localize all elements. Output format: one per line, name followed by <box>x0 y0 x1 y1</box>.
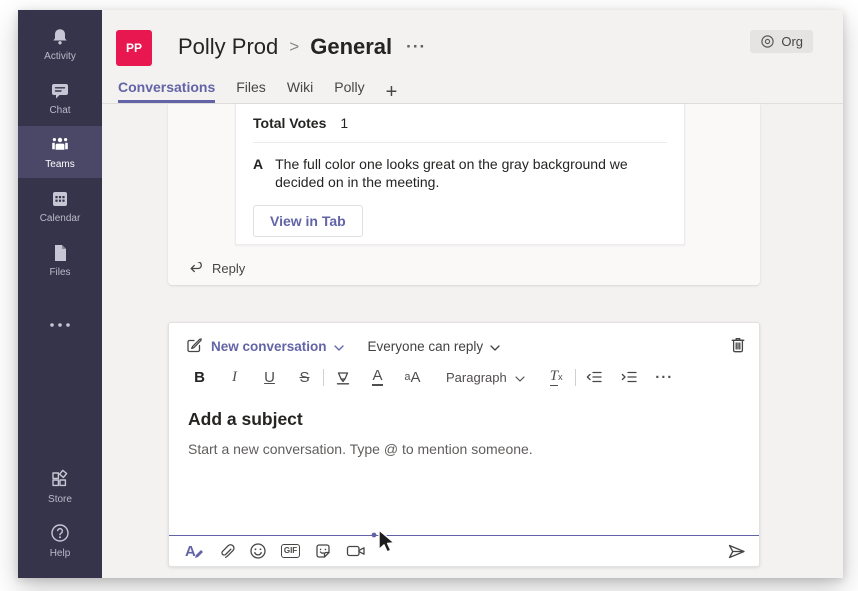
font-color-button[interactable]: A <box>360 368 395 386</box>
strikethrough-button[interactable]: S <box>287 366 322 388</box>
reply-label: Reply <box>212 261 245 276</box>
sidebar-spacer <box>18 338 102 460</box>
view-in-tab-button[interactable]: View in Tab <box>253 205 363 237</box>
total-votes-row: Total Votes 1 <box>253 115 667 131</box>
sidebar-item-files[interactable]: Files <box>18 234 102 286</box>
paragraph-dropdown[interactable]: Paragraph <box>430 366 539 388</box>
tab-polly[interactable]: Polly <box>334 79 364 103</box>
tab-conversations[interactable]: Conversations <box>118 79 215 103</box>
sidebar-item-label: Activity <box>44 51 76 62</box>
org-badge-label: Org <box>781 34 803 49</box>
answer-row: A The full color one looks great on the … <box>253 155 667 192</box>
format-toolbar: B I U S A aA <box>169 360 759 394</box>
italic-button[interactable]: I <box>217 366 252 388</box>
underline-button[interactable]: U <box>252 366 287 388</box>
indent-button[interactable] <box>612 366 647 388</box>
poll-message-card: Total Votes 1 A The full color one looks… <box>235 104 685 245</box>
channel-tabbar: Conversations Files Wiki Polly + <box>102 72 843 104</box>
answer-letter: A <box>253 155 263 192</box>
sidebar-more-button[interactable] <box>18 312 102 338</box>
reply-permission-label: Everyone can reply <box>368 339 484 354</box>
sidebar-item-label: Help <box>50 548 71 559</box>
files-icon <box>51 243 69 263</box>
meet-now-icon[interactable] <box>346 543 366 559</box>
compose-box: New conversation Everyone can reply <box>168 322 760 567</box>
sidebar-item-label: Store <box>48 494 72 505</box>
emoji-icon[interactable] <box>249 542 267 560</box>
compose-header: New conversation Everyone can reply <box>169 323 759 360</box>
sidebar-item-label: Calendar <box>40 213 81 224</box>
add-tab-button[interactable]: + <box>386 85 398 103</box>
eye-icon <box>760 34 775 49</box>
channel-title: Polly Prod > General ··· <box>178 34 426 60</box>
compose-icon <box>186 337 202 356</box>
toolbar-divider <box>323 369 324 386</box>
new-conversation-label: New conversation <box>211 339 327 354</box>
thread-card: Total Votes 1 A The full color one looks… <box>168 104 760 285</box>
total-votes-value: 1 <box>340 115 348 131</box>
chevron-down-icon <box>334 339 344 354</box>
tab-wiki[interactable]: Wiki <box>287 79 313 103</box>
reply-arrow-icon <box>187 262 203 275</box>
sidebar-item-activity[interactable]: Activity <box>18 18 102 70</box>
sidebar-item-label: Chat <box>49 105 70 116</box>
sidebar-item-calendar[interactable]: Calendar <box>18 180 102 232</box>
card-divider <box>253 142 667 143</box>
teams-window: Activity Chat Teams Calendar <box>18 10 843 578</box>
team-avatar[interactable]: PP <box>116 30 152 66</box>
org-badge[interactable]: Org <box>750 30 813 53</box>
send-icon[interactable] <box>727 543 746 560</box>
app-sidebar: Activity Chat Teams Calendar <box>18 10 102 578</box>
compose-footer: A GIF <box>169 535 759 566</box>
channel-name: General <box>310 34 392 60</box>
calendar-icon <box>50 189 70 209</box>
paragraph-label: Paragraph <box>446 370 507 385</box>
ellipsis-icon <box>49 322 71 328</box>
channel-header: PP Polly Prod > General ··· Org <box>102 10 843 72</box>
channel-main: PP Polly Prod > General ··· Org Conversa… <box>102 10 843 578</box>
store-icon <box>49 468 71 490</box>
bell-icon <box>50 27 70 47</box>
new-conversation-dropdown[interactable]: New conversation <box>211 339 344 354</box>
help-icon <box>49 522 71 544</box>
tab-files[interactable]: Files <box>236 79 266 103</box>
compose-empty-area[interactable] <box>169 466 759 535</box>
outdent-button[interactable] <box>577 366 612 388</box>
sidebar-item-label: Teams <box>45 159 74 170</box>
reply-button[interactable]: Reply <box>168 252 245 285</box>
chevron-down-icon <box>490 339 500 354</box>
chevron-down-icon <box>515 370 525 385</box>
sidebar-item-store[interactable]: Store <box>18 460 102 512</box>
sidebar-item-chat[interactable]: Chat <box>18 72 102 124</box>
sticker-icon[interactable] <box>314 542 332 560</box>
message-input[interactable]: Start a new conversation. Type @ to ment… <box>169 432 759 466</box>
conversation-pane: Total Votes 1 A The full color one looks… <box>102 104 843 578</box>
subject-input[interactable]: Add a subject <box>169 394 759 432</box>
answer-text: The full color one looks great on the gr… <box>275 155 641 192</box>
more-format-options-button[interactable]: ··· <box>647 366 682 388</box>
total-votes-label: Total Votes <box>253 115 326 131</box>
teams-icon <box>49 135 71 155</box>
format-button[interactable]: A <box>185 543 204 559</box>
clear-formatting-button[interactable]: Tx <box>539 366 574 388</box>
channel-more-button[interactable]: ··· <box>406 37 426 57</box>
reply-permission-dropdown[interactable]: Everyone can reply <box>368 339 501 354</box>
bold-button[interactable]: B <box>182 366 217 388</box>
team-name[interactable]: Polly Prod <box>178 34 278 60</box>
trash-icon <box>730 336 746 356</box>
delete-draft-button[interactable] <box>730 336 746 356</box>
sidebar-item-teams[interactable]: Teams <box>18 126 102 178</box>
attach-icon[interactable] <box>218 542 235 560</box>
desktop-canvas: Activity Chat Teams Calendar <box>0 0 858 591</box>
sidebar-item-help[interactable]: Help <box>18 514 102 566</box>
toolbar-divider <box>575 369 576 386</box>
gif-icon[interactable]: GIF <box>281 544 300 558</box>
sidebar-item-label: Files <box>49 267 70 278</box>
highlight-button[interactable] <box>325 366 360 388</box>
chat-icon <box>50 81 70 101</box>
font-size-button[interactable]: aA <box>395 366 430 388</box>
breadcrumb-separator: > <box>289 37 299 57</box>
